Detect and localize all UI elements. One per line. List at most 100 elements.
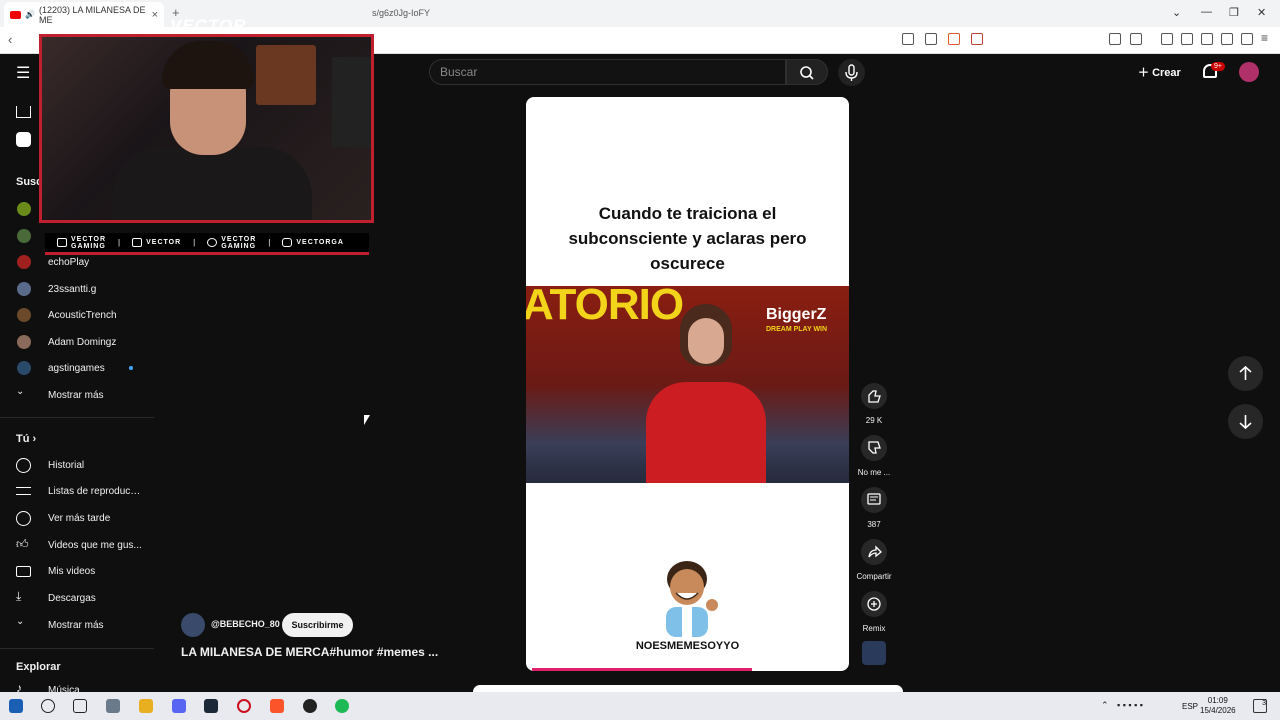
- task-view-icon[interactable]: [73, 699, 87, 713]
- file-explorer-icon[interactable]: [139, 699, 153, 713]
- separator: |: [118, 238, 121, 247]
- tab-groups-icon[interactable]: [1130, 33, 1142, 45]
- subscribe-button[interactable]: Suscribirme: [282, 613, 353, 637]
- sidebar-playlists[interactable]: Listas de reproducc...: [0, 478, 155, 504]
- search-icon[interactable]: [41, 699, 55, 713]
- you-heading[interactable]: Tú ›: [16, 433, 36, 445]
- maximize-button[interactable]: ❐: [1229, 6, 1239, 19]
- dislike-button[interactable]: [861, 435, 887, 461]
- channel-handle[interactable]: @BEBECHO_80: [211, 619, 280, 629]
- close-tab-icon[interactable]: ×: [152, 9, 158, 21]
- browser-tab[interactable]: 🔊 (12203) LA MILANESA DE ME ×: [4, 2, 164, 27]
- media-icon[interactable]: [1161, 33, 1173, 45]
- steam-icon[interactable]: [204, 699, 218, 713]
- video-progress-bar[interactable]: [532, 668, 752, 671]
- comments-button[interactable]: [861, 487, 887, 513]
- voice-search-button[interactable]: [838, 59, 865, 86]
- playlist-icon: [16, 487, 31, 495]
- back-icon[interactable]: ‹: [8, 32, 12, 47]
- clock[interactable]: 01:09 15/4/2026: [1200, 696, 1236, 716]
- share-button[interactable]: [861, 539, 887, 565]
- sidebar-liked-videos[interactable]: 👍︎ Videos que me gus...: [0, 532, 155, 558]
- remix-button[interactable]: [861, 591, 887, 617]
- windows-start-icon[interactable]: [9, 699, 23, 713]
- sidebar-item-label: Listas de reproducc...: [48, 485, 143, 497]
- sidebar-toggle-icon[interactable]: [1181, 33, 1193, 45]
- cast-icon[interactable]: [902, 33, 914, 45]
- channel-adamdomingz[interactable]: Adam Domingz: [0, 329, 155, 355]
- microphone-icon: [845, 64, 858, 81]
- menu-icon[interactable]: ≡: [1261, 31, 1268, 45]
- separator: |: [268, 238, 271, 247]
- arrow-up-icon: [1239, 365, 1252, 380]
- system-tray-icons[interactable]: ▪ ▪ ▪ ▪ ▪: [1117, 700, 1143, 710]
- next-short-button[interactable]: [1228, 404, 1263, 439]
- opera-icon[interactable]: [237, 699, 251, 713]
- user-avatar[interactable]: [1239, 62, 1259, 82]
- youtube-icon: [57, 238, 67, 247]
- audio-playing-icon[interactable]: 🔊: [25, 10, 35, 19]
- sidebar-watch-later[interactable]: Ver más tarde: [0, 505, 155, 531]
- news-presenter: [646, 304, 766, 483]
- instagram-social: VECTORGA: [282, 238, 344, 247]
- next-short-preview[interactable]: [473, 685, 903, 692]
- new-content-dot: [129, 366, 133, 370]
- twitter-social: VECTOR GAMING: [207, 236, 256, 250]
- presenter-body: [646, 382, 766, 483]
- brave-rewards-icon[interactable]: [971, 33, 983, 45]
- download-icon: ⤓: [16, 589, 22, 603]
- notification-count: 3: [1262, 700, 1266, 707]
- url-field[interactable]: s/g6z0Jg-IoFY: [372, 8, 430, 18]
- instagram-icon: [282, 238, 293, 247]
- extensions-icon[interactable]: [1109, 33, 1121, 45]
- channel-23ssantti[interactable]: 23ssantti.g: [0, 276, 155, 302]
- minimize-button[interactable]: —: [1201, 6, 1212, 18]
- share-arrow-icon: [868, 545, 882, 558]
- mouse-cursor-icon: [364, 415, 370, 425]
- channel-avatar: [17, 308, 31, 322]
- meme-caption: Cuando te traiciona el subconsciente y a…: [568, 204, 807, 273]
- sound-thumbnail[interactable]: [862, 641, 886, 665]
- background-arcade: [256, 45, 316, 105]
- show-hidden-icons[interactable]: ⌃: [1101, 700, 1109, 711]
- vpn-icon[interactable]: [1241, 33, 1253, 45]
- plus-icon: ＋: [1138, 67, 1153, 79]
- shorts-icon: [16, 132, 31, 147]
- arrow-down-icon: [1239, 415, 1252, 430]
- spotify-icon[interactable]: [335, 699, 349, 713]
- tab-title: (12203) LA MILANESA DE ME: [38, 4, 146, 25]
- tab-search-icon[interactable]: ⌄: [1172, 6, 1181, 19]
- hamburger-menu-icon[interactable]: ☰: [16, 63, 30, 83]
- discord-icon[interactable]: [172, 699, 186, 713]
- leo-ai-icon[interactable]: [1221, 33, 1233, 45]
- sidebar-my-videos[interactable]: Mis videos: [0, 558, 155, 584]
- sidebar-history[interactable]: Historial: [0, 452, 155, 478]
- brave-shields-icon[interactable]: [948, 33, 960, 45]
- share-icon[interactable]: [925, 33, 937, 45]
- wallet-icon[interactable]: [1201, 33, 1213, 45]
- create-button[interactable]: ＋ Crear: [1138, 64, 1181, 80]
- brand-logo: BiggerZ: [766, 306, 827, 323]
- you-show-more[interactable]: ⌄ Mostrar más: [0, 612, 155, 638]
- channel-acoustictrench[interactable]: AcousticTrench: [0, 302, 155, 328]
- app-icon[interactable]: [106, 699, 120, 713]
- sidebar-downloads[interactable]: ⤓ Descargas: [0, 585, 155, 611]
- search-input[interactable]: Buscar: [429, 59, 786, 85]
- close-window-button[interactable]: ✕: [1257, 6, 1266, 19]
- channel-name: AcousticTrench: [48, 309, 117, 321]
- search-button[interactable]: [786, 59, 828, 85]
- channel-avatar: [17, 202, 31, 216]
- channel-agstingames[interactable]: agstingames: [0, 355, 155, 381]
- obs-icon[interactable]: [303, 699, 317, 713]
- short-video-player[interactable]: Cuando te traiciona el subconsciente y a…: [526, 97, 849, 671]
- notification-center-icon[interactable]: 3: [1253, 699, 1267, 713]
- youtube-favicon-icon: [10, 10, 21, 19]
- channel-avatar[interactable]: [181, 613, 205, 637]
- language-indicator[interactable]: ESP: [1182, 702, 1198, 711]
- video-title[interactable]: LA MILANESA DE MERCA#humor #memes ...: [181, 645, 438, 659]
- subscriptions-show-more[interactable]: ⌄ Mostrar más: [0, 382, 155, 408]
- like-button[interactable]: [861, 383, 887, 409]
- video-icon: [16, 566, 31, 577]
- previous-short-button[interactable]: [1228, 356, 1263, 391]
- brave-icon[interactable]: [270, 699, 284, 713]
